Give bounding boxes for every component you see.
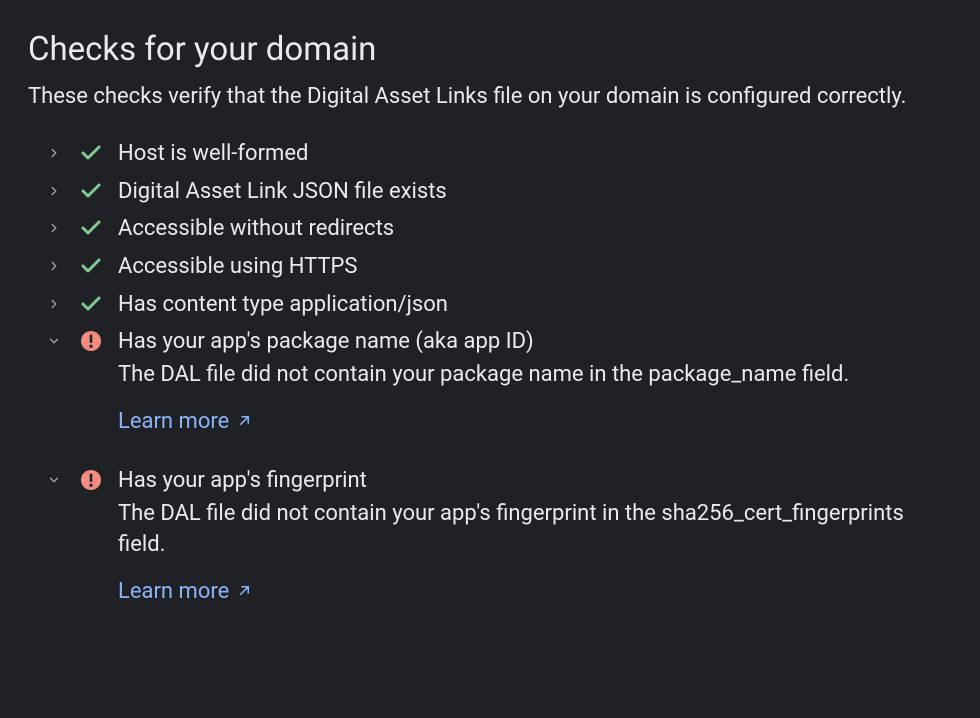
check-item: Has your app's fingerprint The DAL file … [44, 466, 950, 604]
check-item: Accessible using HTTPS [44, 252, 950, 282]
check-description: The DAL file did not contain your packag… [118, 359, 950, 391]
chevron-right-icon[interactable] [44, 291, 64, 317]
chevron-right-icon[interactable] [44, 140, 64, 166]
check-title: Host is well-formed [118, 139, 950, 169]
check-item: Has your app's package name (aka app ID)… [44, 327, 950, 434]
error-icon [78, 328, 104, 354]
checks-list: Host is well-formed Digital Asset Link J… [28, 139, 950, 604]
check-item: Host is well-formed [44, 139, 950, 169]
checkmark-icon [78, 253, 104, 279]
chevron-right-icon[interactable] [44, 253, 64, 279]
chevron-right-icon[interactable] [44, 215, 64, 241]
check-title: Accessible using HTTPS [118, 252, 950, 282]
chevron-down-icon[interactable] [44, 467, 64, 493]
checkmark-icon [78, 291, 104, 317]
learn-more-link[interactable]: Learn more [118, 579, 252, 604]
checkmark-icon [78, 178, 104, 204]
learn-more-label: Learn more [118, 579, 229, 604]
check-title: Has your app's fingerprint [118, 466, 950, 496]
check-title: Has content type application/json [118, 290, 950, 320]
external-link-icon [237, 579, 252, 604]
chevron-right-icon[interactable] [44, 178, 64, 204]
check-item: Digital Asset Link JSON file exists [44, 177, 950, 207]
page-title: Checks for your domain [28, 30, 950, 69]
checkmark-icon [78, 140, 104, 166]
check-title: Digital Asset Link JSON file exists [118, 177, 950, 207]
learn-more-label: Learn more [118, 409, 229, 434]
learn-more-link[interactable]: Learn more [118, 409, 252, 434]
check-item: Has content type application/json [44, 290, 950, 320]
error-icon [78, 467, 104, 493]
chevron-down-icon[interactable] [44, 328, 64, 354]
check-title: Has your app's package name (aka app ID) [118, 327, 950, 357]
check-item: Accessible without redirects [44, 214, 950, 244]
page-subtitle: These checks verify that the Digital Ass… [28, 81, 950, 113]
check-title: Accessible without redirects [118, 214, 950, 244]
checkmark-icon [78, 215, 104, 241]
external-link-icon [237, 409, 252, 434]
check-description: The DAL file did not contain your app's … [118, 498, 950, 562]
